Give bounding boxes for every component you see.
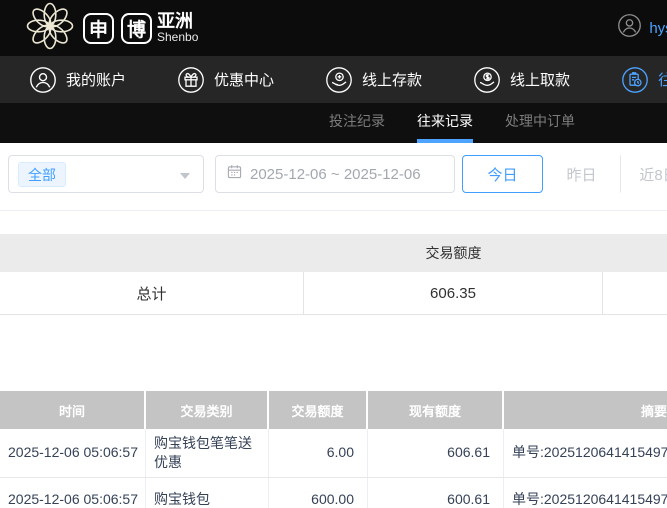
- summary-total-row: 总计 606.35: [0, 272, 667, 315]
- nav-item-promotions[interactable]: 优惠中心: [178, 66, 275, 93]
- date-range-input[interactable]: 2025-12-06 ~ 2025-12-06: [215, 155, 455, 193]
- nav-item-label: 线上取款: [510, 72, 571, 89]
- avatar-icon: [618, 14, 642, 42]
- nav-item-label: 我的账户: [66, 72, 127, 89]
- summary-total-label: 总计: [0, 272, 304, 314]
- nav-item-label: 线上存款: [362, 72, 423, 89]
- cell-time: 2025-12-06 05:06:57: [0, 477, 146, 508]
- user-icon: [30, 66, 56, 93]
- transactions-header-row: 时间 交易类别 交易额度 现有额度 摘要: [0, 391, 667, 429]
- user-area[interactable]: hysh: [618, 0, 667, 56]
- type-select[interactable]: 全部: [8, 155, 204, 193]
- column-header-summary: 摘要: [504, 391, 667, 429]
- date-range-value: 2025-12-06 ~ 2025-12-06: [250, 165, 421, 183]
- table-row: 2025-12-06 05:06:57 购宝钱包笔笔送优惠 6.00 606.6…: [0, 429, 667, 478]
- nav-item-my-account[interactable]: 我的账户: [30, 66, 127, 93]
- flower-logo-icon: [24, 0, 76, 57]
- summary-header-empty: [0, 234, 304, 272]
- logo-char-bo: 博: [121, 12, 152, 44]
- nav-item-records[interactable]: 往来记录: [622, 66, 667, 93]
- cell-amount: 6.00: [269, 429, 368, 477]
- gift-icon: [178, 66, 204, 93]
- column-header-amount: 交易额度: [269, 391, 368, 429]
- username[interactable]: hysh: [649, 20, 667, 37]
- summary-table: 交易额度 总计 606.35: [0, 234, 667, 315]
- cell-type: 购宝钱包: [146, 477, 269, 508]
- summary-header-row: 交易额度: [0, 234, 667, 272]
- summary-total-extra: [603, 272, 667, 314]
- tab-transaction-records[interactable]: 往来记录: [417, 103, 473, 143]
- cell-amount: 600.00: [269, 477, 368, 508]
- tab-bet-records[interactable]: 投注纪录: [329, 103, 385, 143]
- yesterday-button[interactable]: 昨日: [543, 155, 620, 193]
- quick-date-buttons: 今日 昨日 近8日: [462, 155, 667, 193]
- page: 申 博 亚洲 Shenbo hysh: [0, 0, 667, 508]
- cell-balance: 606.61: [368, 429, 504, 477]
- cell-summary: 单号:2025120641415497: [512, 444, 667, 461]
- main-nav: 我的账户 优惠中心 线上存款 线上取款 往: [0, 56, 667, 103]
- brand-text: 亚洲 Shenbo: [157, 12, 198, 43]
- cell-summary: 单号:2025120641415497: [512, 490, 667, 507]
- top-header: 申 博 亚洲 Shenbo hysh: [0, 0, 667, 56]
- nav-item-label: 优惠中心: [214, 72, 275, 89]
- last-8-days-button[interactable]: 近8日: [620, 155, 667, 193]
- summary-total-amount: 606.35: [304, 272, 603, 314]
- withdraw-icon: [474, 66, 500, 93]
- type-select-tag[interactable]: 全部: [18, 162, 66, 187]
- nav-item-deposit[interactable]: 线上存款: [326, 66, 423, 93]
- nav-item-label: 往来记录: [658, 72, 667, 89]
- logo-char-shen: 申: [83, 12, 114, 44]
- cell-balance: 600.61: [368, 477, 504, 508]
- column-header-time: 时间: [0, 391, 146, 429]
- column-header-balance: 现有额度: [368, 391, 504, 429]
- calendar-icon: [227, 164, 242, 184]
- transactions-table: 时间 交易类别 交易额度 现有额度 摘要 2025-12-06 05:06:57…: [0, 391, 667, 508]
- brand-region: 亚洲: [157, 11, 193, 32]
- nav-item-withdraw[interactable]: 线上取款: [474, 66, 571, 93]
- column-header-type: 交易类别: [146, 391, 269, 429]
- record-tabs: 投注纪录 往来记录 处理中订单: [0, 103, 667, 143]
- deposit-icon: [326, 66, 352, 93]
- today-button[interactable]: 今日: [462, 155, 543, 193]
- brand-latin: Shenbo: [157, 30, 199, 45]
- chevron-down-icon: [180, 173, 190, 179]
- cell-time: 2025-12-06 05:06:57: [0, 429, 146, 477]
- table-row: 2025-12-06 05:06:57 购宝钱包 600.00 600.61 单…: [0, 477, 667, 508]
- summary-header-amount: 交易额度: [425, 245, 482, 261]
- tab-pending-orders[interactable]: 处理中订单: [505, 103, 575, 143]
- brand-logo[interactable]: 申 博 亚洲 Shenbo: [0, 0, 198, 57]
- filter-bar: 全部 2025-12-06 ~ 2025-12-06 今日 昨日 近8日: [0, 143, 667, 211]
- records-icon: [622, 66, 648, 93]
- cell-type: 购宝钱包笔笔送优惠: [146, 429, 269, 477]
- summary-header-empty-2: [603, 234, 667, 272]
